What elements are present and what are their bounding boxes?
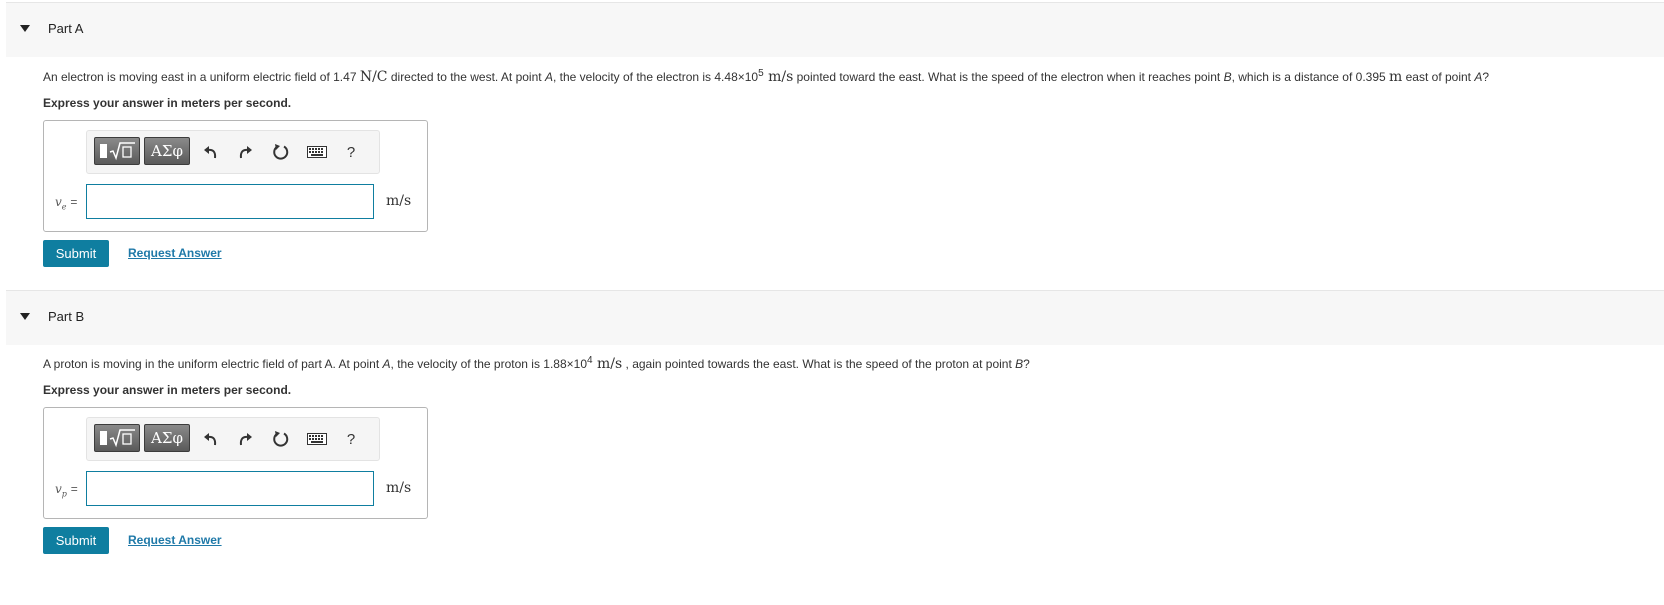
part-a-header[interactable]: Part A xyxy=(6,2,1664,57)
collapse-caret-icon[interactable] xyxy=(20,313,30,320)
template-sqrt-icon xyxy=(100,142,135,161)
answer-variable-label: vp = xyxy=(55,482,78,499)
part-b-answer-box: ΑΣφ ? vp = m/s xyxy=(43,407,428,519)
undo-icon[interactable] xyxy=(201,143,221,161)
keyboard-icon[interactable] xyxy=(306,430,328,448)
symbols-button[interactable]: ΑΣφ xyxy=(144,424,190,452)
part-a-instruction: Express your answer in meters per second… xyxy=(43,96,292,110)
part-a-answer-box: ΑΣφ ? ve = m/s xyxy=(43,120,428,232)
template-sqrt-button[interactable] xyxy=(94,424,140,452)
answer-variable-label: ve = xyxy=(55,195,78,212)
help-icon[interactable]: ? xyxy=(341,430,361,448)
math-toolbar: ΑΣφ ? xyxy=(86,130,380,174)
answer-unit: m/s xyxy=(386,480,412,496)
template-sqrt-button[interactable] xyxy=(94,137,140,165)
redo-icon[interactable] xyxy=(235,430,255,448)
undo-icon[interactable] xyxy=(201,430,221,448)
collapse-caret-icon[interactable] xyxy=(20,25,30,32)
part-a-question: An electron is moving east in a uniform … xyxy=(43,68,1490,85)
part-a-title: Part A xyxy=(48,21,84,36)
reset-icon[interactable] xyxy=(271,143,291,161)
request-answer-link[interactable]: Request Answer xyxy=(128,246,222,260)
answer-unit: m/s xyxy=(386,193,412,209)
math-toolbar: ΑΣφ ? xyxy=(86,417,380,461)
template-sqrt-icon xyxy=(100,429,135,448)
submit-button[interactable]: Submit xyxy=(43,240,109,267)
part-b-question: A proton is moving in the uniform electr… xyxy=(43,355,1030,372)
part-b-header[interactable]: Part B xyxy=(6,290,1664,345)
symbols-button[interactable]: ΑΣφ xyxy=(144,137,190,165)
request-answer-link[interactable]: Request Answer xyxy=(128,533,222,547)
keyboard-icon[interactable] xyxy=(306,143,328,161)
answer-input[interactable] xyxy=(86,471,374,506)
reset-icon[interactable] xyxy=(271,430,291,448)
answer-input[interactable] xyxy=(86,184,374,219)
part-b-instruction: Express your answer in meters per second… xyxy=(43,383,292,397)
submit-button[interactable]: Submit xyxy=(43,527,109,554)
help-icon[interactable]: ? xyxy=(341,143,361,161)
part-b-title: Part B xyxy=(48,309,85,324)
redo-icon[interactable] xyxy=(235,143,255,161)
